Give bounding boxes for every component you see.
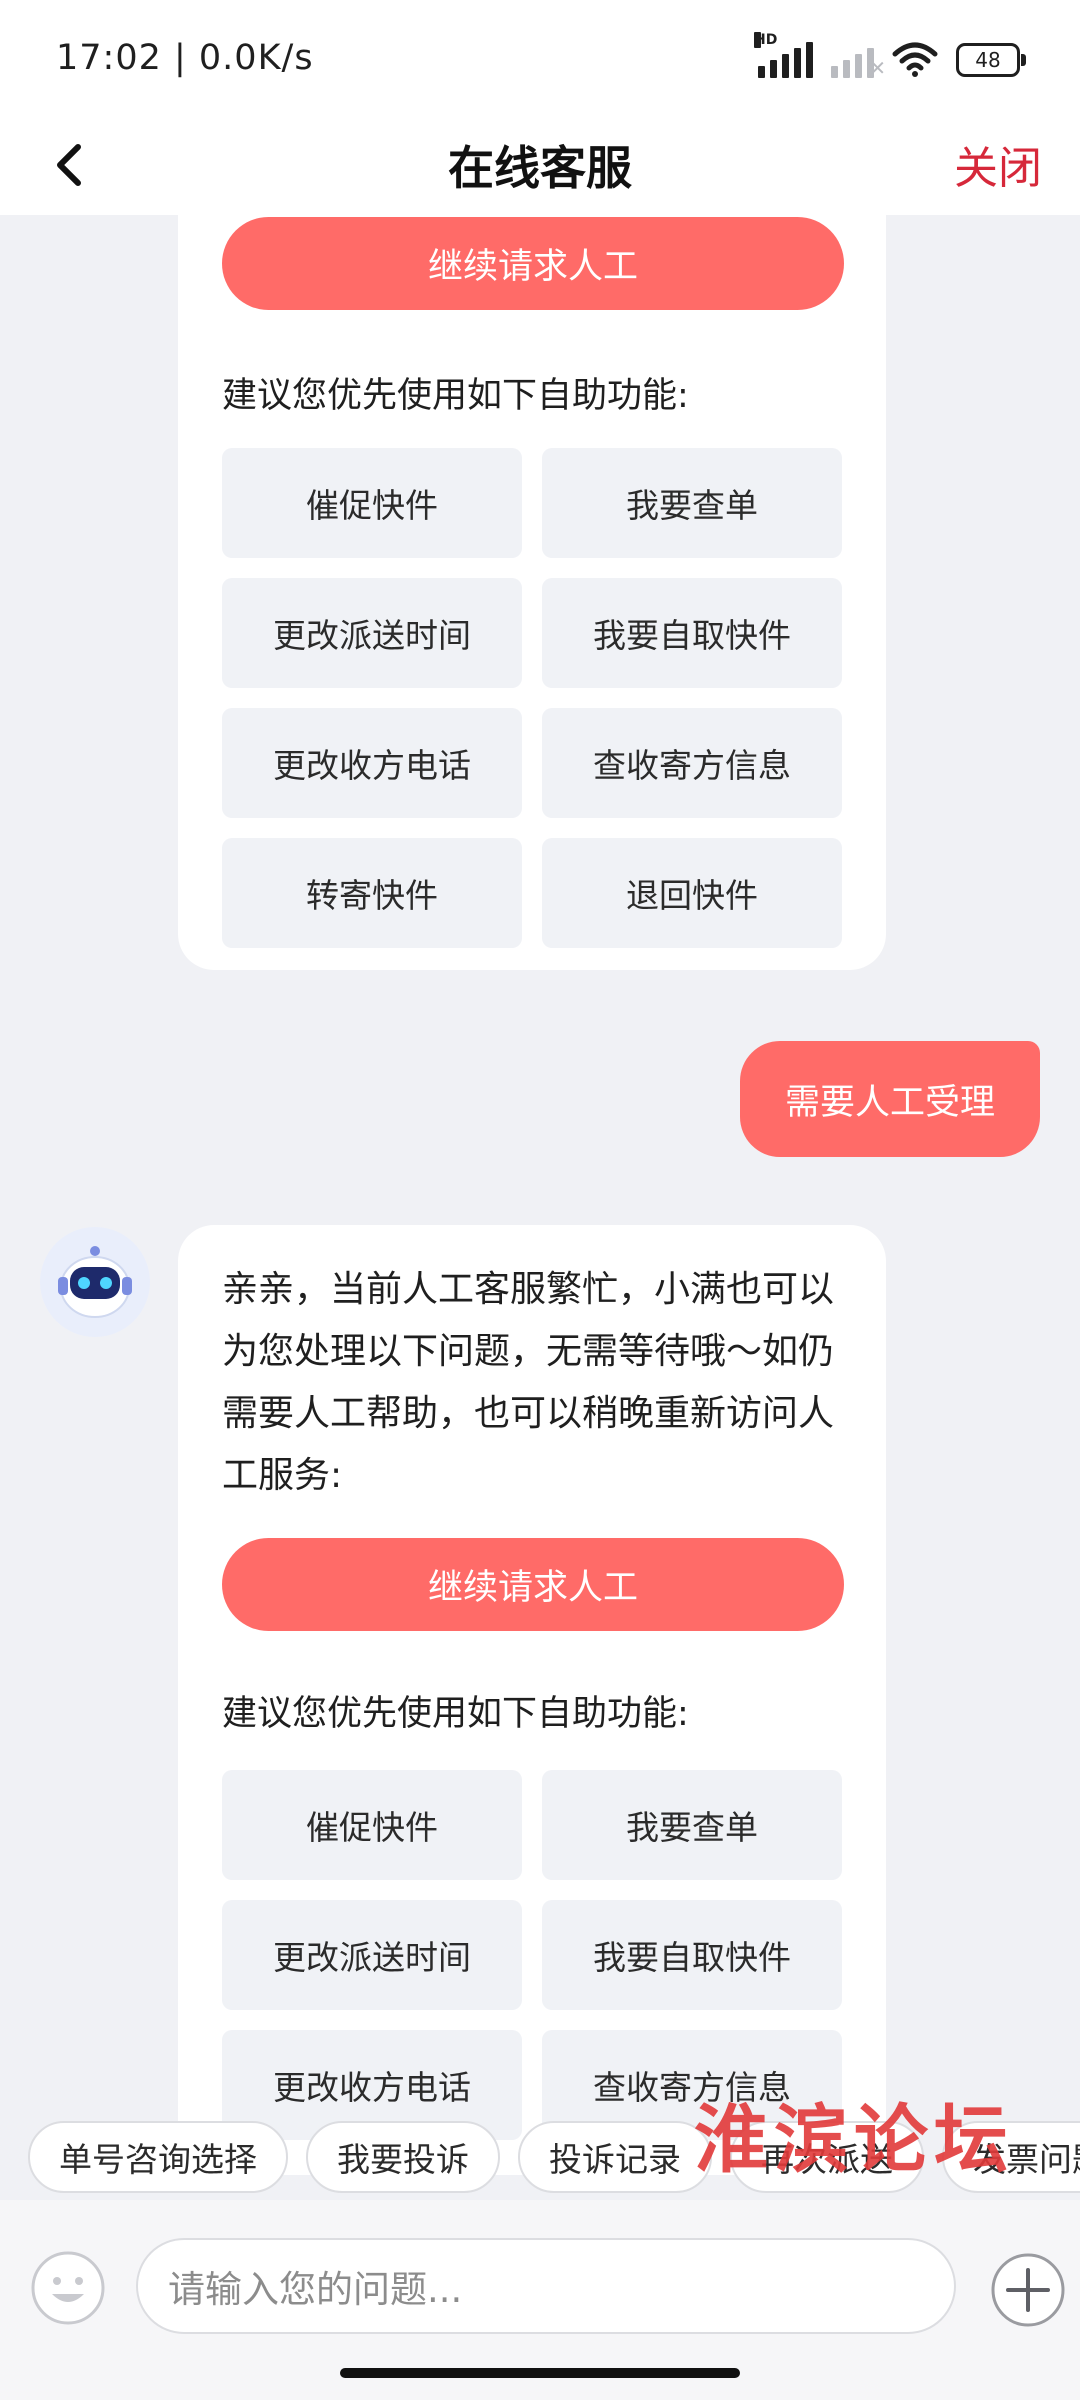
page-title: 在线客服: [448, 141, 632, 195]
close-button[interactable]: 关闭: [954, 132, 1042, 196]
status-time: 17:02 | 0.0K/s: [56, 38, 314, 78]
continue-human-button[interactable]: 继续请求人工: [222, 217, 844, 310]
signal-2-icon: ✕: [831, 42, 886, 80]
user-message-bubble: 需要人工受理: [740, 1041, 1040, 1157]
header: 在线客服 关闭: [0, 120, 1080, 215]
plus-icon[interactable]: [990, 2252, 1066, 2328]
function-change-delivery-time[interactable]: 更改派送时间: [222, 1900, 522, 2010]
status-icons: HD ✕ 48: [754, 32, 1026, 82]
bot-message-card-2: 亲亲，当前人工客服繁忙，小满也可以为您处理以下问题，无需等待哦～如仍需要人工帮助…: [178, 1225, 886, 2175]
function-return-package[interactable]: 退回快件: [542, 838, 842, 948]
chat-area[interactable]: 继续请求人工 建议您优先使用如下自助功能: 催促快件 我要查单 更改派送时间 我…: [0, 215, 1080, 2175]
function-urge-delivery[interactable]: 催促快件: [222, 1770, 522, 1880]
continue-human-button-2[interactable]: 继续请求人工: [222, 1538, 844, 1631]
status-bar: 17:02 | 0.0K/s HD ✕ 48: [0, 0, 1080, 120]
function-check-order[interactable]: 我要查单: [542, 1770, 842, 1880]
emoji-icon[interactable]: [30, 2250, 106, 2326]
function-forward-package[interactable]: 转寄快件: [222, 838, 522, 948]
signal-icon: HD: [754, 32, 813, 78]
chip-complaint[interactable]: 我要投诉: [306, 2121, 500, 2193]
suggest-label: 建议您优先使用如下自助功能:: [222, 376, 689, 416]
function-self-pickup[interactable]: 我要自取快件: [542, 578, 842, 688]
message-input[interactable]: 请输入您的问题...: [136, 2238, 956, 2334]
self-service-grid: 催促快件 我要查单 更改派送时间 我要自取快件 更改收方电话 查收寄方信息 转寄…: [222, 448, 844, 948]
function-urge-delivery[interactable]: 催促快件: [222, 448, 522, 558]
wifi-icon: [892, 42, 938, 77]
function-check-sender-info[interactable]: 查收寄方信息: [542, 708, 842, 818]
suggest-label-2: 建议您优先使用如下自助功能:: [222, 1694, 689, 1734]
hd-label: HD: [754, 32, 778, 48]
bot-avatar-icon: [40, 1227, 150, 1337]
function-check-order[interactable]: 我要查单: [542, 448, 842, 558]
battery-icon: 48: [956, 43, 1026, 77]
function-change-delivery-time[interactable]: 更改派送时间: [222, 578, 522, 688]
bot-message-card: 继续请求人工 建议您优先使用如下自助功能: 催促快件 我要查单 更改派送时间 我…: [178, 215, 886, 970]
home-indicator: [340, 2368, 740, 2378]
bot-message-text: 亲亲，当前人工客服繁忙，小满也可以为您处理以下问题，无需等待哦～如仍需要人工帮助…: [222, 1269, 835, 1496]
function-change-receiver-phone[interactable]: 更改收方电话: [222, 708, 522, 818]
chip-complaint-records[interactable]: 投诉记录: [518, 2121, 712, 2193]
forum-watermark: 淮滨论坛: [694, 2097, 1014, 2183]
function-self-pickup[interactable]: 我要自取快件: [542, 1900, 842, 2010]
chip-tracking-number[interactable]: 单号咨询选择: [28, 2121, 288, 2193]
